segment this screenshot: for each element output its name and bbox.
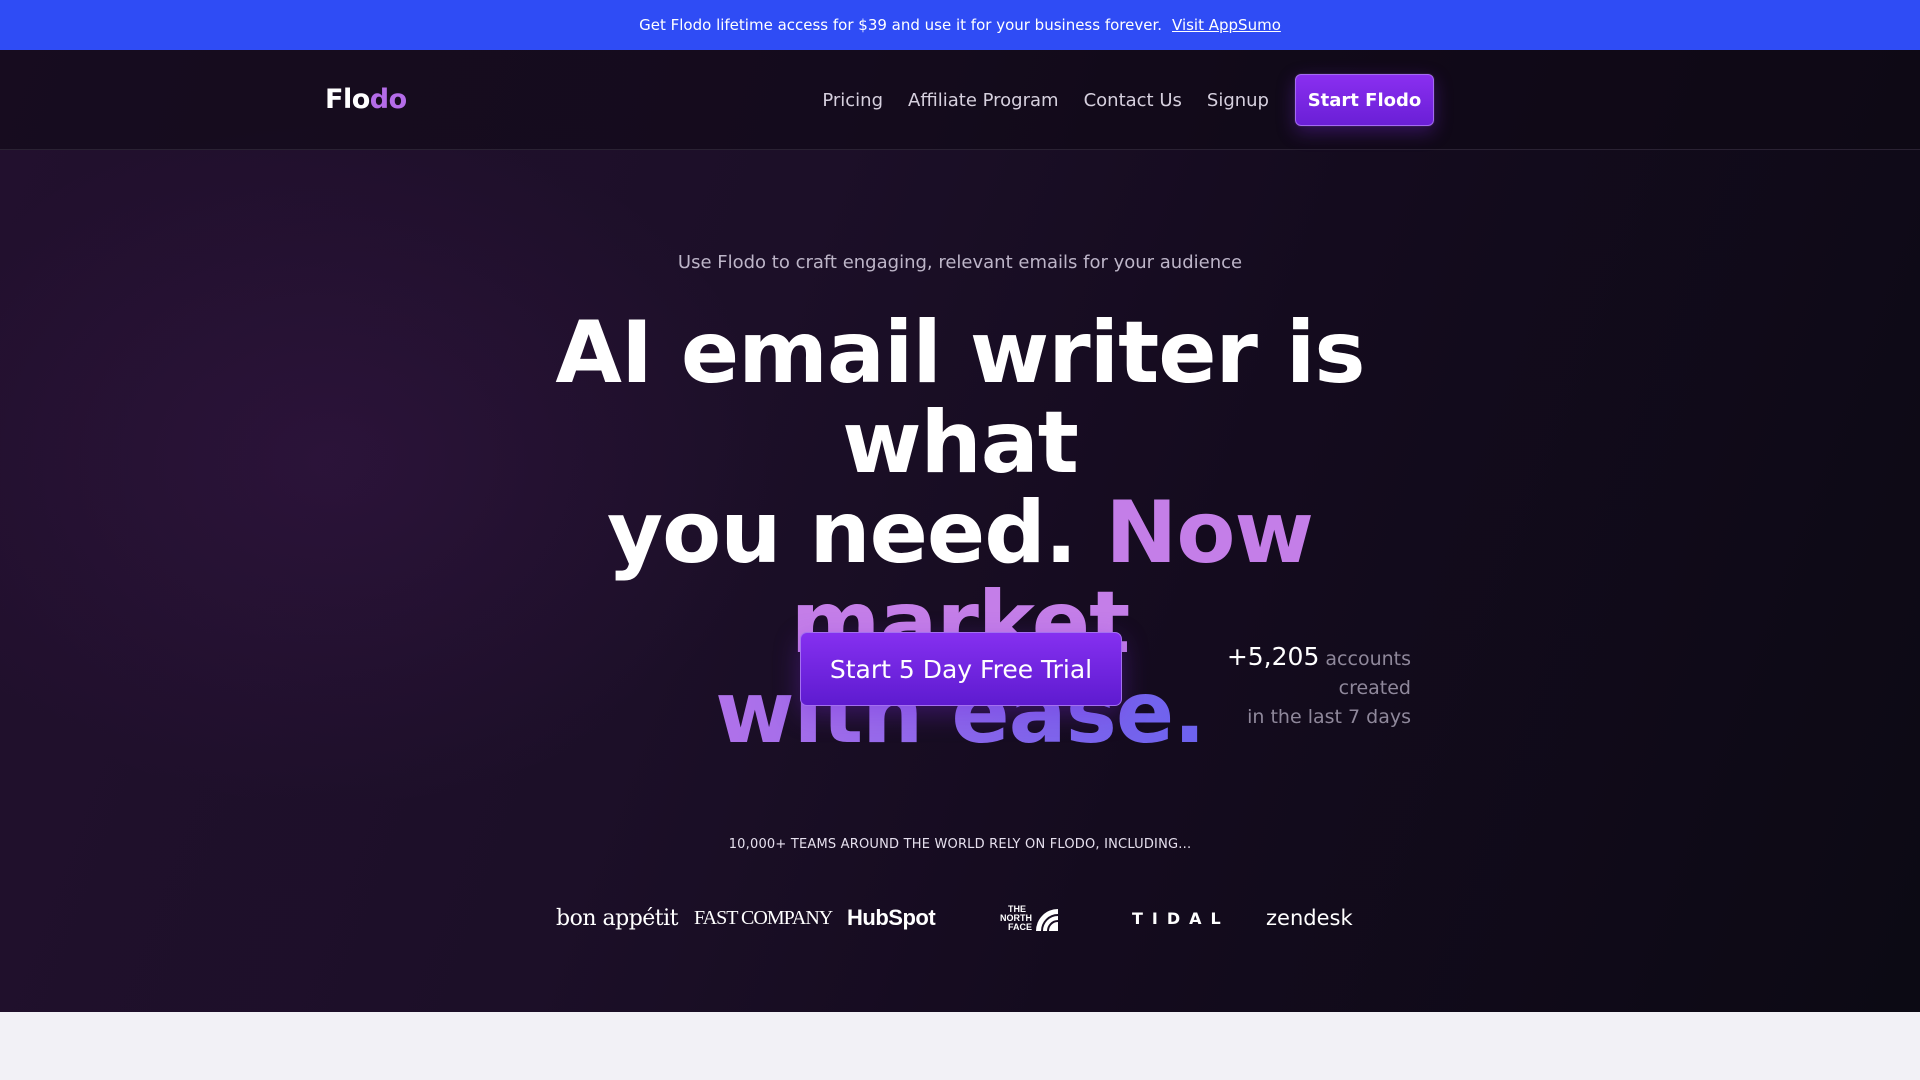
promo-text: Get Flodo lifetime access for $39 and us… <box>639 16 1163 34</box>
customer-logos: bon appétit FAST COMPANY HubSpot THE NOR… <box>556 898 1356 938</box>
accounts-count: +5,205 <box>1226 642 1320 671</box>
hero-subtitle: Use Flodo to craft engaging, relevant em… <box>677 252 1243 273</box>
bon-appetit-logo: bon appétit <box>556 905 679 931</box>
hero-section: Flodo Pricing Affiliate Program Contact … <box>0 50 1920 1012</box>
start-free-trial-button[interactable]: Start 5 Day Free Trial <box>800 632 1122 706</box>
hubspot-logo: HubSpot <box>847 905 936 930</box>
nav-link-signup[interactable]: Signup <box>1207 90 1269 111</box>
headline-line-2-white: you need. <box>607 483 1077 583</box>
flodo-logo[interactable]: Flodo <box>325 84 407 115</box>
nav-link-affiliate-program[interactable]: Affiliate Program <box>908 90 1059 111</box>
accounts-text-1: accounts created <box>1325 648 1411 699</box>
headline-line-1: AI email writer is what <box>555 303 1365 493</box>
lower-section <box>0 1012 1920 1080</box>
accounts-created-stat: +5,205 accounts created in the last 7 da… <box>1151 642 1411 732</box>
accounts-text-2: in the last 7 days <box>1247 706 1411 728</box>
zendesk-logo: zendesk <box>1266 906 1353 930</box>
fast-company-logo: FAST COMPANY <box>694 906 833 929</box>
nav-link-contact-us[interactable]: Contact Us <box>1084 90 1182 111</box>
teams-label: 10,000+ TEAMS AROUND THE WORLD RELY ON F… <box>728 837 1192 852</box>
tnf-line-3: FACE <box>1008 921 1033 932</box>
logo-text-main: Flo <box>325 84 370 115</box>
logo-text-accent: do <box>369 84 407 115</box>
promo-bar: Get Flodo lifetime access for $39 and us… <box>0 0 1920 50</box>
nav-links: Pricing Affiliate Program Contact Us Sig… <box>822 74 1434 126</box>
nav-link-pricing[interactable]: Pricing <box>822 90 883 111</box>
start-flodo-button[interactable]: Start Flodo <box>1295 74 1434 126</box>
the-north-face-logo: THE NORTH FACE <box>1000 898 1059 938</box>
north-face-dome-icon <box>1036 909 1059 931</box>
visit-appsumo-link[interactable]: Visit AppSumo <box>1172 16 1281 34</box>
top-navigation: Flodo Pricing Affiliate Program Contact … <box>0 50 1920 150</box>
tidal-logo: TIDAL <box>1132 908 1230 928</box>
